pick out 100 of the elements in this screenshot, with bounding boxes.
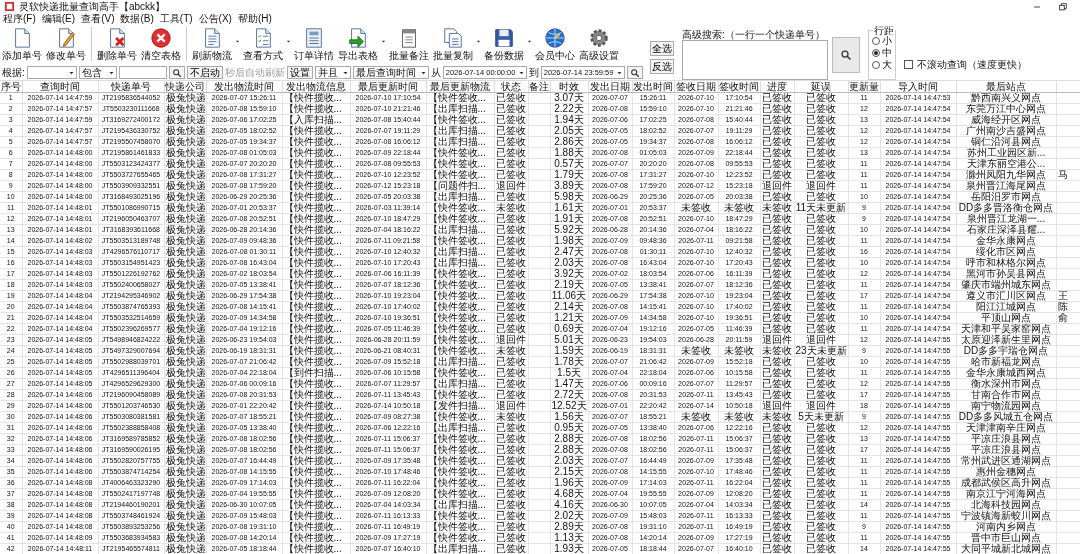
- search-button[interactable]: [168, 66, 185, 79]
- restore-icon[interactable]: [1058, 1, 1068, 12]
- table-cell: 1.96天: [550, 477, 588, 489]
- column-header[interactable]: 签收日期: [674, 80, 718, 93]
- toolbar-button[interactable]: 批量复制: [431, 27, 475, 61]
- checkbox[interactable]: [904, 60, 913, 69]
- advanced-search-field[interactable]: [682, 40, 828, 80]
- auto-refresh-button[interactable]: 不启动: [186, 66, 223, 79]
- table-cell: 已签收: [760, 103, 794, 115]
- menu-item[interactable]: 公告(X): [195, 13, 235, 25]
- toolbar-button[interactable]: 高级设置: [577, 27, 621, 61]
- column-header[interactable]: 签收时间: [718, 80, 760, 93]
- table-cell: 未签收: [674, 411, 718, 423]
- column-header[interactable]: 更新量: [848, 80, 880, 93]
- table-cell: 已签收: [794, 312, 848, 324]
- menu-item[interactable]: 帮助(H): [234, 13, 275, 25]
- table-cell: 【出库扫描...: [426, 499, 494, 511]
- menu-item[interactable]: 编辑(E): [38, 13, 79, 25]
- table-cell: 【快件签收...: [426, 290, 494, 302]
- table-cell: 【快件揽收...: [282, 499, 350, 511]
- caret-icon[interactable]: [285, 39, 292, 44]
- table-cell: 已签收: [760, 521, 794, 533]
- column-header[interactable]: 最后站点: [956, 80, 1056, 93]
- table-cell: 极兔快递: [164, 268, 206, 280]
- table-cell: 已签收: [760, 235, 794, 247]
- table-cell: 未签收: [718, 411, 760, 423]
- table-cell: 已签收: [794, 378, 848, 390]
- table-cell: 【快件揽收...: [282, 125, 350, 137]
- column-header[interactable]: 导入时间: [880, 80, 956, 93]
- column-header[interactable]: 状态: [494, 80, 528, 93]
- column-header[interactable]: 备注: [528, 80, 550, 93]
- menu-item[interactable]: 程序(F): [0, 13, 39, 25]
- table-cell: 极兔快递: [164, 488, 206, 500]
- menu-item[interactable]: 查看(V): [78, 13, 118, 25]
- caret-icon: [67, 69, 75, 76]
- menu-item[interactable]: 工具(T): [156, 13, 196, 25]
- table-cell: 极兔快递: [164, 499, 206, 511]
- toolbar-button[interactable]: 订单详情: [292, 27, 336, 61]
- table-cell: 极兔快递: [164, 290, 206, 302]
- toolbar-button[interactable]: 备份数据: [482, 27, 526, 61]
- toolbar-button[interactable]: 会员中心: [533, 27, 577, 61]
- radio-button[interactable]: [872, 61, 880, 69]
- table-cell: 已签收: [760, 268, 794, 280]
- column-header[interactable]: 快递公司: [164, 80, 206, 93]
- table-cell: 【快件揽收...: [282, 246, 350, 258]
- toolbar-button[interactable]: 导出表格: [336, 27, 380, 61]
- caret-icon: [107, 69, 115, 76]
- table-cell: 【快件签收...: [426, 213, 494, 225]
- menu-item[interactable]: 数据(B): [117, 13, 157, 25]
- table-cell: 5.92天: [550, 224, 588, 236]
- invert-selection-button[interactable]: 反选: [650, 59, 674, 74]
- table-cell: 已签收: [794, 521, 848, 533]
- table-cell: 未签收: [674, 202, 718, 214]
- column-header[interactable]: 进度: [760, 80, 794, 93]
- column-header[interactable]: 发出时间: [632, 80, 674, 93]
- match-dropdown[interactable]: 包含: [78, 66, 117, 79]
- table-cell: 【快件签收...: [426, 532, 494, 544]
- table-cell: 【快件揽收...: [282, 279, 350, 291]
- table-cell: 极兔快递: [164, 466, 206, 478]
- filter-label: 根据:: [2, 66, 25, 80]
- table-cell: 甘南合作市网点: [956, 389, 1056, 401]
- search-button[interactable]: [626, 66, 643, 79]
- time-field-dropdown[interactable]: 最后查询时间: [352, 66, 429, 79]
- toolbar-button[interactable]: 删除单号: [95, 27, 139, 61]
- radio-button[interactable]: [872, 37, 880, 45]
- radio-button[interactable]: [872, 49, 880, 57]
- toolbar-button[interactable]: 添加单号: [0, 27, 44, 61]
- caret-icon[interactable]: [475, 39, 482, 44]
- column-header[interactable]: 发出日期: [588, 80, 632, 93]
- table-cell: 未签收: [674, 345, 718, 357]
- column-header[interactable]: 时效: [550, 80, 588, 93]
- toolbar-button[interactable]: 批量备注: [387, 27, 431, 61]
- column-header[interactable]: 发出物流信息: [282, 80, 350, 93]
- table-cell: 退回件: [494, 334, 528, 346]
- column-header[interactable]: 延误: [794, 80, 848, 93]
- column-header[interactable]: 最后更新物流: [426, 80, 494, 93]
- toolbar-button[interactable]: 清空表格: [139, 27, 183, 61]
- caret-icon[interactable]: [526, 39, 533, 44]
- settings-button[interactable]: 设置: [286, 66, 313, 79]
- caret-icon[interactable]: [234, 39, 241, 44]
- toolbar-button[interactable]: 查看方式: [241, 27, 285, 61]
- table-cell: 退回件: [760, 180, 794, 192]
- column-header[interactable]: 最后更新时间: [350, 80, 426, 93]
- caret-icon[interactable]: [380, 39, 387, 44]
- select-all-button[interactable]: 全选: [650, 41, 674, 56]
- toolbar-button[interactable]: 修改单号: [44, 27, 88, 61]
- logic-dropdown[interactable]: 并且: [314, 66, 351, 79]
- column-header[interactable]: 序号: [0, 80, 22, 93]
- table-cell: 0.57天: [550, 158, 588, 170]
- toolbar-button[interactable]: 刷新物流: [190, 27, 234, 61]
- search-field[interactable]: [118, 66, 167, 79]
- column-header[interactable]: 查询时间: [22, 80, 98, 93]
- table-cell: 退回件: [794, 400, 848, 412]
- field-dropdown[interactable]: [26, 66, 77, 79]
- column-header[interactable]: 发出物流时间: [206, 80, 282, 93]
- table-cell: 已签收: [760, 356, 794, 368]
- table-cell: 已签收: [794, 213, 848, 225]
- table-cell: 极兔快递: [164, 444, 206, 456]
- table-cell: 【快件揽收...: [282, 257, 350, 269]
- column-header[interactable]: 快递单号: [98, 80, 164, 93]
